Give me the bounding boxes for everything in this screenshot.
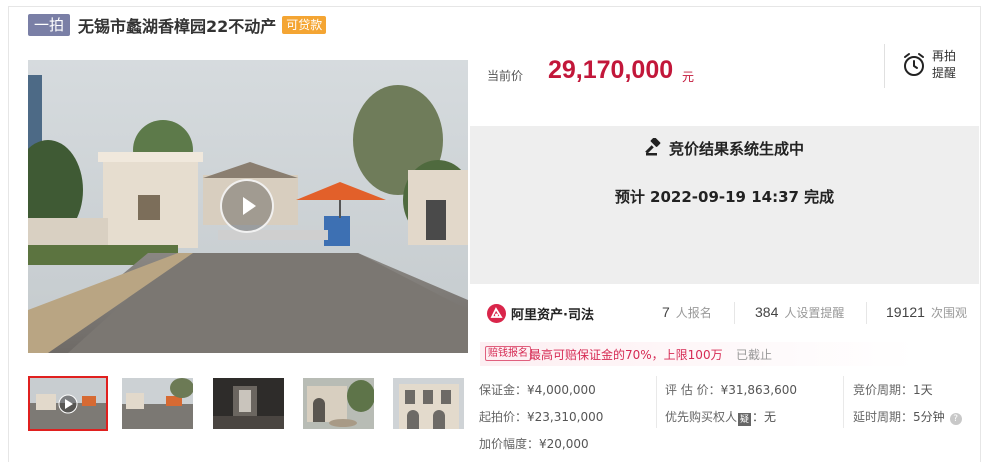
thumbnail-4[interactable] bbox=[303, 378, 374, 429]
appraisal-value: ¥31,863,600 bbox=[720, 383, 797, 397]
starting-price-info: 起拍价：¥23,310,000 bbox=[479, 408, 603, 425]
round-badge: 一拍 bbox=[28, 14, 71, 36]
current-price-unit: 元 bbox=[682, 70, 695, 84]
loan-badge: 可贷款 bbox=[282, 16, 327, 34]
appraisal-info: 评 估 价：¥31,863,600 bbox=[665, 381, 797, 398]
stat-divider bbox=[866, 302, 867, 324]
starting-price-value: ¥23,310,000 bbox=[527, 410, 604, 424]
stat-reminders-count: 384 bbox=[755, 304, 779, 320]
remind-label-line2: 提醒 bbox=[932, 66, 957, 80]
stat-signups-count: 7 bbox=[662, 304, 670, 320]
thumbnail-image bbox=[122, 378, 193, 429]
thumbnail-3[interactable] bbox=[213, 378, 284, 429]
play-icon bbox=[243, 197, 256, 215]
page-title: 无锡市蠡湖香樟园22不动产 bbox=[78, 17, 277, 36]
remind-label-line1: 再拍 bbox=[932, 49, 957, 63]
priority-buyer-value: ：无 bbox=[752, 410, 777, 424]
thumbnail-2[interactable] bbox=[122, 378, 193, 429]
delay-cycle-label: 延时周期： bbox=[853, 410, 914, 424]
stat-views: 19121 次围观 bbox=[886, 304, 967, 321]
thumbnail-image bbox=[213, 378, 284, 429]
deposit-compensation-banner[interactable]: 赔钱报名 最高可赔保证金的70%，上限100万 已截止 bbox=[480, 342, 964, 366]
main-video-player[interactable] bbox=[28, 60, 468, 353]
remind-divider bbox=[884, 44, 885, 88]
thumbnail-image bbox=[30, 378, 106, 429]
platform-logo[interactable]: 阿里资产·司法 bbox=[487, 303, 594, 323]
status-estimate-text: 预计 2022-09-19 14:37 完成 bbox=[614, 188, 835, 206]
platform-name: 阿里资产·司法 bbox=[511, 307, 594, 323]
thumbnail-video[interactable] bbox=[28, 376, 108, 431]
thumbnail-image bbox=[393, 378, 464, 429]
promo-text: 最高可赔保证金的70%，上限100万 bbox=[529, 348, 723, 362]
stat-reminders-label: 人设置提醒 bbox=[784, 306, 845, 320]
promo-tag: 赔钱报名 bbox=[485, 346, 531, 361]
remind-label: 再拍 提醒 bbox=[932, 48, 962, 82]
stat-divider bbox=[734, 302, 735, 324]
stat-reminders: 384 人设置提醒 bbox=[755, 304, 844, 321]
stat-signups: 7 人报名 bbox=[662, 304, 712, 321]
remind-button[interactable]: 再拍 提醒 bbox=[902, 48, 964, 84]
starting-price-label: 起拍价： bbox=[479, 410, 528, 424]
alarm-clock-icon bbox=[904, 53, 924, 76]
auction-status-panel: 竞价结果系统生成中 预计 2022-09-19 14:37 完成 bbox=[470, 126, 979, 284]
status-main-text: 竞价结果系统生成中 bbox=[668, 140, 804, 158]
appraisal-label: 评 估 价： bbox=[665, 383, 721, 397]
play-button[interactable] bbox=[220, 179, 274, 233]
priority-tag-icon[interactable]: 疑 bbox=[738, 413, 752, 426]
bidding-cycle-info: 竞价周期：1天 bbox=[853, 381, 933, 398]
priority-buyer-info: 优先购买权人疑：无 bbox=[665, 408, 776, 426]
question-icon[interactable]: ? bbox=[949, 413, 962, 425]
increment-info: 加价幅度：¥20,000 bbox=[479, 435, 589, 452]
priority-buyer-label: 优先购买权人 bbox=[665, 410, 738, 424]
bidding-cycle-label: 竞价周期： bbox=[853, 383, 914, 397]
deposit-value: ¥4,000,000 bbox=[527, 383, 596, 397]
bidding-cycle-value: 1天 bbox=[913, 383, 933, 397]
thumbnail-image bbox=[303, 378, 374, 429]
delay-cycle-value: 5分钟 bbox=[913, 410, 945, 424]
current-price-label: 当前价 bbox=[487, 69, 524, 83]
increment-value: ¥20,000 bbox=[539, 437, 589, 451]
deposit-info: 保证金：¥4,000,000 bbox=[479, 381, 596, 398]
stat-views-count: 19121 bbox=[886, 304, 925, 320]
deposit-label: 保证金： bbox=[479, 383, 528, 397]
status-main-row: 竞价结果系统生成中 bbox=[470, 138, 979, 159]
stat-views-label: 次围观 bbox=[930, 306, 967, 320]
title-row: 一拍 无锡市蠡湖香樟园22不动产 可贷款 bbox=[28, 13, 327, 37]
current-price-value: 29,170,000 bbox=[548, 56, 674, 84]
thumbnail-5[interactable] bbox=[393, 378, 464, 429]
ali-auction-logo-icon bbox=[487, 303, 506, 323]
gavel-icon bbox=[645, 138, 661, 156]
increment-label: 加价幅度： bbox=[479, 437, 540, 451]
stat-signups-label: 人报名 bbox=[675, 306, 712, 320]
promo-status: 已截止 bbox=[736, 348, 773, 362]
info-column-divider bbox=[656, 376, 657, 428]
info-column-divider bbox=[843, 376, 844, 428]
delay-cycle-info: 延时周期：5分钟? bbox=[853, 408, 962, 425]
